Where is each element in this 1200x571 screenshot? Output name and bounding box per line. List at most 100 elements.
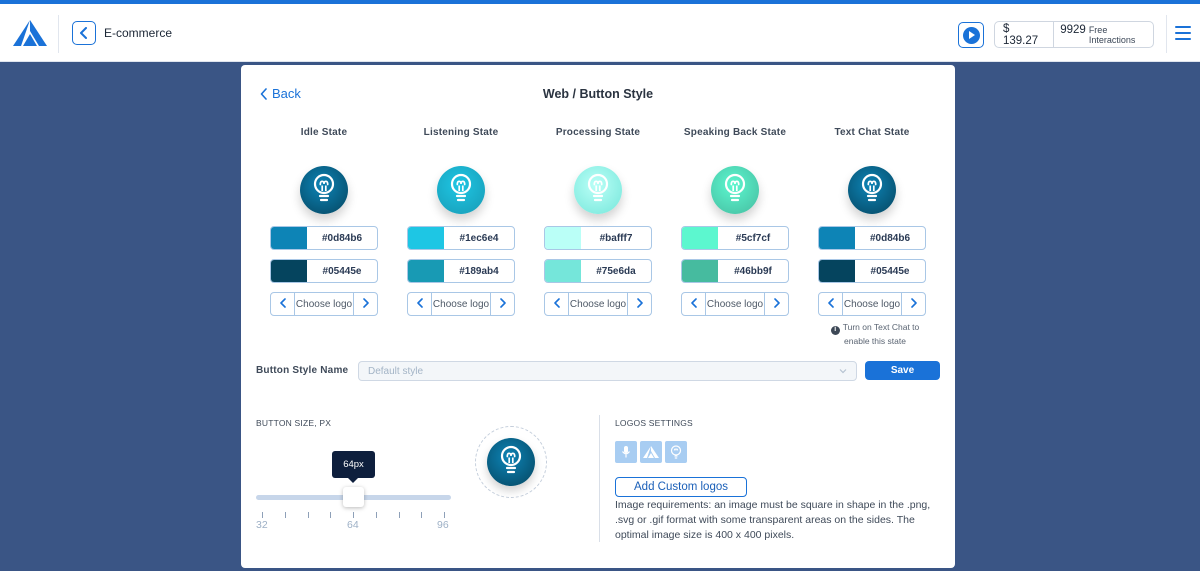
color-swatch[interactable] <box>545 227 581 249</box>
next-logo-button[interactable] <box>764 293 788 315</box>
state-title: Idle State <box>300 127 348 138</box>
color-swatch-field[interactable]: #bafff7 <box>544 226 652 250</box>
chevron-left-icon <box>827 295 835 313</box>
logos-settings-label: LOGOS SETTINGS <box>615 418 693 428</box>
state-preview-circle <box>848 166 896 214</box>
color-swatch[interactable] <box>408 260 444 282</box>
color-swatch-field[interactable]: #5cf7cf <box>681 226 789 250</box>
color-swatch-field[interactable]: #189ab4 <box>407 259 515 283</box>
chevron-right-icon <box>636 295 644 313</box>
choose-logo-label: Choose logo <box>706 298 764 310</box>
state-preview-circle <box>300 166 348 214</box>
hamburger-menu-icon[interactable] <box>1175 26 1191 40</box>
color-hex-value[interactable]: #189ab4 <box>444 260 514 282</box>
text-chat-note: i Turn on Text Chat to enable this state <box>820 321 930 347</box>
chevron-right-icon <box>362 295 370 313</box>
size-slider-thumb[interactable] <box>343 487 364 507</box>
color-hex-value[interactable]: #0d84b6 <box>855 227 925 249</box>
prev-logo-button[interactable] <box>408 293 432 315</box>
color-swatch[interactable] <box>271 260 307 282</box>
preview-play-button[interactable] <box>958 22 984 48</box>
next-logo-button[interactable] <box>627 293 651 315</box>
logo-chooser: Choose logo <box>681 292 789 316</box>
color-swatch[interactable] <box>545 260 581 282</box>
lightbulb-icon <box>448 173 474 208</box>
color-swatch[interactable] <box>682 227 718 249</box>
color-swatch-field[interactable]: #75e6da <box>544 259 652 283</box>
state-column: Processing State #bafff7 #75e6da Choose log… <box>544 127 652 316</box>
balance-amount: $ 139.27 <box>995 22 1055 47</box>
color-hex-value[interactable]: #05445e <box>307 260 377 282</box>
slider-tick <box>421 512 423 518</box>
color-hex-value[interactable]: #5cf7cf <box>718 227 788 249</box>
project-title: E-commerce <box>104 26 173 40</box>
color-swatch-field[interactable]: #1ec6e4 <box>407 226 515 250</box>
next-logo-button[interactable] <box>490 293 514 315</box>
choose-logo-label: Choose logo <box>843 298 901 310</box>
color-swatch[interactable] <box>682 260 718 282</box>
color-swatch[interactable] <box>819 260 855 282</box>
slider-tick <box>375 512 377 518</box>
chevron-right-icon <box>499 295 507 313</box>
button-style-panel: Back Web / Button Style Idle State #0d84b… <box>241 65 955 568</box>
prev-logo-button[interactable] <box>682 293 706 315</box>
info-icon: i <box>830 325 840 335</box>
color-hex-value[interactable]: #75e6da <box>581 260 651 282</box>
state-preview-circle <box>711 166 759 214</box>
color-swatch-field[interactable]: #05445e <box>818 259 926 283</box>
chevron-right-icon <box>773 295 781 313</box>
prev-logo-button[interactable] <box>545 293 569 315</box>
divider <box>1166 15 1167 53</box>
slider-tick <box>444 512 445 518</box>
color-hex-value[interactable]: #0d84b6 <box>307 227 377 249</box>
chevron-down-icon <box>839 369 847 374</box>
slider-tick <box>330 512 332 518</box>
color-hex-value[interactable]: #05445e <box>855 260 925 282</box>
interactions-label: Free Interactions <box>1088 25 1136 45</box>
balance-display[interactable]: $ 139.27 9929 Free Interactions <box>994 21 1154 48</box>
color-swatch[interactable] <box>271 227 307 249</box>
state-preview-circle <box>437 166 485 214</box>
size-value-tooltip: 64px <box>332 451 375 483</box>
color-swatch-field[interactable]: #0d84b6 <box>818 226 926 250</box>
section-divider <box>599 415 600 542</box>
add-custom-logos-button[interactable]: Add Custom logos <box>615 477 747 497</box>
page-title: Web / Button Style <box>542 87 654 101</box>
state-title: Speaking Back State <box>683 127 787 138</box>
button-style-name-placeholder: Default style <box>368 365 424 377</box>
color-swatch-field[interactable]: #0d84b6 <box>270 226 378 250</box>
color-swatch-field[interactable]: #46bb9f <box>681 259 789 283</box>
choose-logo-label: Choose logo <box>432 298 490 310</box>
logo-chooser: Choose logo <box>818 292 926 316</box>
prev-logo-button[interactable] <box>271 293 295 315</box>
logo-chooser: Choose logo <box>270 292 378 316</box>
logo-chooser: Choose logo <box>407 292 515 316</box>
color-swatch[interactable] <box>408 227 444 249</box>
state-preview-circle <box>574 166 622 214</box>
lightbulb-icon[interactable] <box>665 441 687 463</box>
button-style-name-label: Button Style Name <box>256 365 349 376</box>
state-column: Speaking Back State #5cf7cf #46bb9f Choose … <box>681 127 789 316</box>
button-preview <box>475 426 547 498</box>
next-logo-button[interactable] <box>353 293 377 315</box>
color-swatch[interactable] <box>819 227 855 249</box>
button-style-name-select[interactable]: Default style <box>358 361 857 381</box>
save-button[interactable]: Save <box>865 361 940 380</box>
state-title: Processing State <box>555 127 641 138</box>
microphone-icon[interactable] <box>615 441 637 463</box>
color-hex-value[interactable]: #bafff7 <box>581 227 651 249</box>
brand-logo-icon[interactable] <box>640 441 662 463</box>
project-back-button[interactable] <box>72 21 96 45</box>
prev-logo-button[interactable] <box>819 293 843 315</box>
slider-tick <box>262 512 263 518</box>
next-logo-button[interactable] <box>901 293 925 315</box>
slider-tick <box>398 512 400 518</box>
text-chat-note-text: Turn on Text Chat to enable this state <box>842 322 920 346</box>
tick-label: 64 <box>347 519 359 531</box>
button-preview-circle <box>487 438 535 486</box>
color-hex-value[interactable]: #46bb9f <box>718 260 788 282</box>
app-logo[interactable] <box>12 19 48 47</box>
color-swatch-field[interactable]: #05445e <box>270 259 378 283</box>
play-icon <box>962 26 980 44</box>
color-hex-value[interactable]: #1ec6e4 <box>444 227 514 249</box>
